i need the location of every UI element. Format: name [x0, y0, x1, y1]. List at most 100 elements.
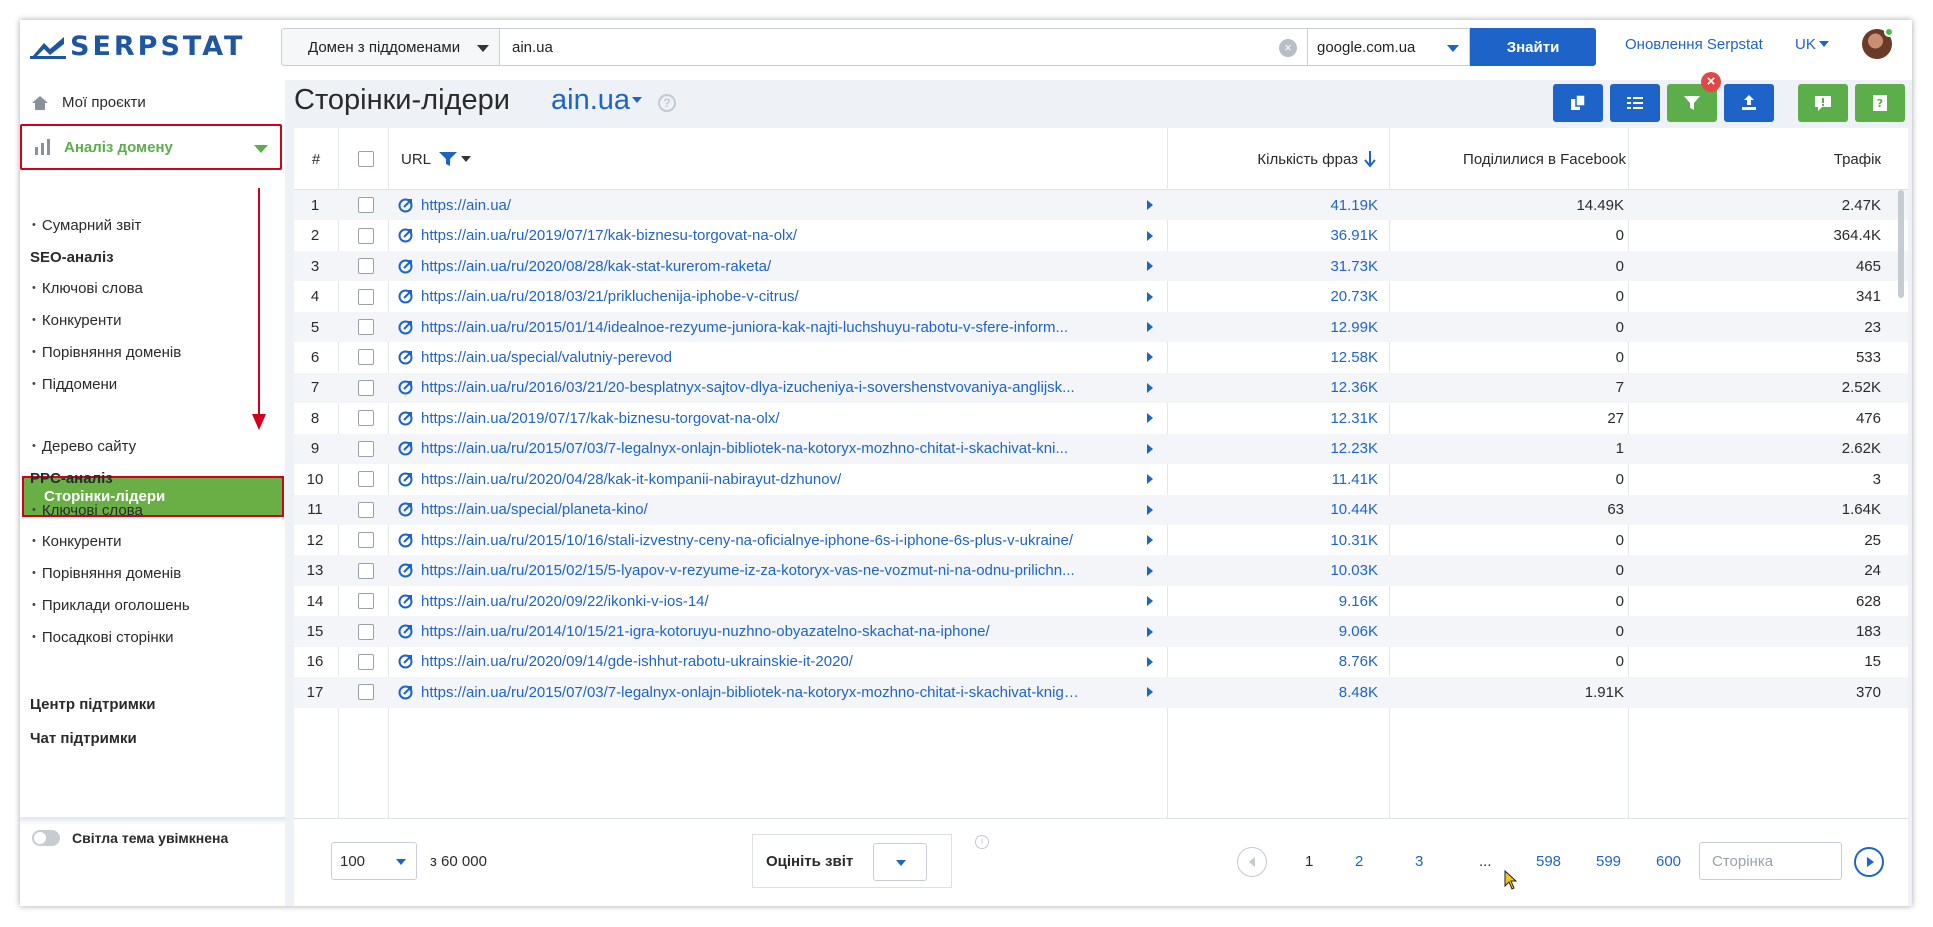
- expand-arrow-icon[interactable]: [1147, 230, 1153, 241]
- prev-page-button[interactable]: [1237, 847, 1267, 877]
- expand-arrow-icon[interactable]: [1147, 291, 1153, 302]
- row-checkbox[interactable]: [358, 593, 374, 610]
- next-page-button[interactable]: [1854, 847, 1884, 877]
- row-url-link[interactable]: https://ain.ua/special/valutniy-perevod: [421, 349, 672, 366]
- export-button[interactable]: [1724, 84, 1774, 122]
- row-url-link[interactable]: https://ain.ua/ru/2020/09/14/gde-ishhut-…: [421, 653, 853, 670]
- expand-arrow-icon[interactable]: [1147, 535, 1153, 546]
- expand-arrow-icon[interactable]: [1147, 200, 1153, 211]
- expand-arrow-icon[interactable]: [1147, 413, 1153, 424]
- external-link-icon[interactable]: [398, 654, 413, 669]
- sidebar-item-site-tree[interactable]: Дерево сайту: [32, 438, 136, 455]
- row-phrases[interactable]: 8.48K: [1168, 677, 1378, 707]
- language-select[interactable]: UK: [1795, 36, 1829, 53]
- row-phrases[interactable]: 41.19K: [1168, 190, 1378, 220]
- rows-per-page-select[interactable]: 100: [331, 842, 417, 880]
- row-url-link[interactable]: https://ain.ua/ru/2015/02/15/5-lyapov-v-…: [421, 562, 1075, 579]
- external-link-icon[interactable]: [398, 563, 413, 578]
- sidebar-item-projects[interactable]: Мої проєкти: [20, 94, 285, 111]
- expand-arrow-icon[interactable]: [1147, 474, 1153, 485]
- domain-search-input[interactable]: ain.ua ×: [500, 28, 1308, 66]
- row-url-link[interactable]: https://ain.ua/ru/2015/07/03/7-legalnyx-…: [421, 684, 1081, 701]
- row-checkbox[interactable]: [358, 440, 374, 457]
- columns-button[interactable]: [1610, 84, 1660, 122]
- page-link-598[interactable]: 598: [1536, 853, 1561, 870]
- find-button[interactable]: Знайти: [1470, 28, 1596, 66]
- expand-arrow-icon[interactable]: [1147, 687, 1153, 698]
- external-link-icon[interactable]: [398, 320, 413, 335]
- table-scrollbar[interactable]: [1898, 190, 1904, 298]
- row-phrases[interactable]: 12.99K: [1168, 312, 1378, 342]
- sidebar-item-ppc-keywords[interactable]: Ключові слова: [32, 502, 143, 519]
- expand-arrow-icon[interactable]: [1147, 443, 1153, 454]
- expand-arrow-icon[interactable]: [1147, 565, 1153, 576]
- row-phrases[interactable]: 12.23K: [1168, 434, 1378, 464]
- expand-arrow-icon[interactable]: [1147, 382, 1153, 393]
- external-link-icon[interactable]: [398, 259, 413, 274]
- row-phrases[interactable]: 12.58K: [1168, 342, 1378, 372]
- row-checkbox[interactable]: [358, 684, 374, 701]
- row-phrases[interactable]: 20.73K: [1168, 281, 1378, 311]
- search-engine-select[interactable]: google.com.ua: [1308, 28, 1470, 66]
- row-url-link[interactable]: https://ain.ua/ru/2015/07/03/7-legalnyx-…: [421, 440, 1068, 457]
- clear-filter-icon[interactable]: ×: [1701, 72, 1721, 92]
- external-link-icon[interactable]: [398, 472, 413, 487]
- row-url-link[interactable]: https://ain.ua/special/planeta-kino/: [421, 501, 648, 518]
- page-link-2[interactable]: 2: [1355, 853, 1363, 870]
- filter-icon[interactable]: [439, 151, 458, 167]
- row-phrases[interactable]: 10.31K: [1168, 525, 1378, 555]
- sidebar-item-domain-analysis[interactable]: Аналіз домену: [20, 124, 282, 170]
- external-link-icon[interactable]: [398, 594, 413, 609]
- row-phrases[interactable]: 8.76K: [1168, 647, 1378, 677]
- page-link-600[interactable]: 600: [1656, 853, 1681, 870]
- external-link-icon[interactable]: [398, 228, 413, 243]
- page-number-input[interactable]: Сторінка: [1699, 842, 1842, 880]
- row-phrases[interactable]: 9.06K: [1168, 616, 1378, 646]
- row-url-link[interactable]: https://ain.ua/ru/2020/08/28/kak-stat-ku…: [421, 258, 771, 275]
- row-phrases[interactable]: 12.31K: [1168, 403, 1378, 433]
- row-url-link[interactable]: https://ain.ua/ru/2020/04/28/kak-it-komp…: [421, 471, 841, 488]
- sidebar-item-seo-domain-compare[interactable]: Порівняння доменів: [32, 344, 181, 361]
- expand-arrow-icon[interactable]: [1147, 596, 1153, 607]
- external-link-icon[interactable]: [398, 198, 413, 213]
- serpstat-updates-link[interactable]: Оновлення Serpstat: [1625, 36, 1763, 53]
- row-phrases[interactable]: 31.73K: [1168, 251, 1378, 281]
- expand-arrow-icon[interactable]: [1147, 322, 1153, 333]
- sidebar-item-seo-competitors[interactable]: Конкуренти: [32, 312, 122, 329]
- sidebar-item-summary[interactable]: Сумарний звіт: [32, 217, 141, 234]
- expand-arrow-icon[interactable]: [1147, 352, 1153, 363]
- expand-arrow-icon[interactable]: [1147, 261, 1153, 272]
- row-phrases[interactable]: 10.03K: [1168, 555, 1378, 585]
- row-phrases[interactable]: 10.44K: [1168, 495, 1378, 525]
- support-chat-link[interactable]: Чат підтримки: [30, 730, 137, 747]
- info-icon[interactable]: ?: [658, 94, 676, 112]
- external-link-icon[interactable]: [398, 502, 413, 517]
- row-url-link[interactable]: https://ain.ua/ru/2019/07/17/kak-biznesu…: [421, 227, 797, 244]
- chevron-down-icon[interactable]: [461, 156, 472, 162]
- theme-toggle[interactable]: [32, 830, 60, 846]
- row-url-link[interactable]: https://ain.ua/ru/2014/10/15/21-igra-kot…: [421, 623, 990, 640]
- sidebar-item-ppc-domain-compare[interactable]: Порівняння доменів: [32, 565, 181, 582]
- external-link-icon[interactable]: [398, 411, 413, 426]
- external-link-icon[interactable]: [398, 289, 413, 304]
- row-checkbox[interactable]: [358, 349, 374, 366]
- search-scope-select[interactable]: Домен з піддоменами: [281, 28, 500, 66]
- sidebar-item-ad-examples[interactable]: Приклади оголошень: [32, 597, 190, 614]
- page-link-3[interactable]: 3: [1415, 853, 1423, 870]
- feedback-button[interactable]: [1798, 84, 1848, 122]
- row-phrases[interactable]: 11.41K: [1168, 464, 1378, 494]
- row-url-link[interactable]: https://ain.ua/ru/2018/03/21/priklucheni…: [421, 288, 799, 305]
- sidebar-item-landing-pages[interactable]: Посадкові сторінки: [32, 629, 174, 646]
- rate-report-select[interactable]: [873, 843, 927, 881]
- sidebar-item-seo-keywords[interactable]: Ключові слова: [32, 280, 143, 297]
- serpstat-logo[interactable]: SERPSTAT: [30, 31, 245, 62]
- column-facebook[interactable]: Поділилися в Facebook: [1404, 128, 1626, 190]
- page-link-1[interactable]: 1: [1305, 853, 1313, 870]
- row-checkbox[interactable]: [358, 227, 374, 244]
- sidebar-item-subdomains[interactable]: Піддомени: [32, 376, 117, 393]
- row-phrases[interactable]: 12.36K: [1168, 373, 1378, 403]
- row-checkbox[interactable]: [358, 197, 374, 214]
- page-link-599[interactable]: 599: [1596, 853, 1621, 870]
- row-checkbox[interactable]: [358, 471, 374, 488]
- row-url-link[interactable]: https://ain.ua/2019/07/17/kak-biznesu-to…: [421, 410, 780, 427]
